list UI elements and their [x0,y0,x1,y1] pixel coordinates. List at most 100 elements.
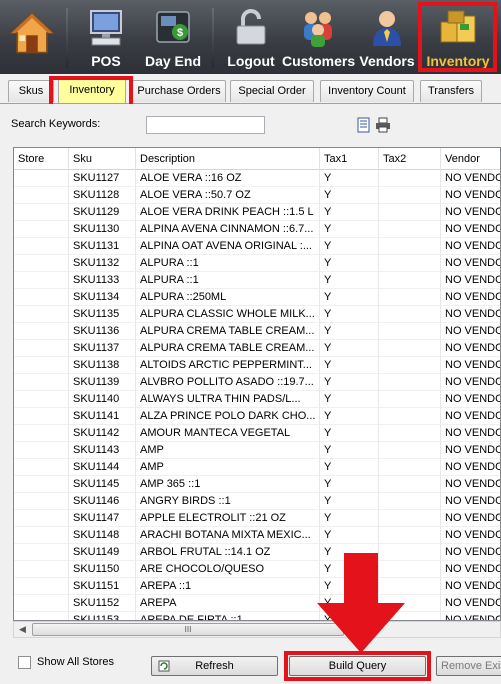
vendors-button[interactable]: Vendors [358,2,416,72]
tab-transfers[interactable]: Transfers [420,80,482,102]
scroll-left-arrow[interactable]: ◀ [14,622,31,637]
cell-store [14,221,69,238]
cell-vendor: NO VENDO [441,544,500,561]
tab-skus[interactable]: Skus [8,80,54,102]
cell-description: AREPA ::1 [136,578,320,595]
printer-icon[interactable] [375,117,391,133]
table-row[interactable]: SKU1150 ARE CHOCOLO/QUESO Y NO VENDO [14,561,500,578]
table-row[interactable]: SKU1144 AMP Y NO VENDO [14,459,500,476]
cell-description: AREPA [136,595,320,612]
cell-sku: SKU1150 [69,561,136,578]
refresh-label: Refresh [195,660,234,672]
cell-store [14,391,69,408]
vendors-label: Vendors [359,53,415,69]
show-all-stores-checkbox[interactable] [18,656,31,669]
cell-vendor: NO VENDO [441,391,500,408]
column-header-store[interactable]: Store [14,148,69,170]
pos-button[interactable]: POS [78,2,134,72]
table-row[interactable]: SKU1143 AMP Y NO VENDO [14,442,500,459]
cell-sku: SKU1127 [69,170,136,187]
table-row[interactable]: SKU1135 ALPURA CLASSIC WHOLE MILK... Y NO V… [14,306,500,323]
tab-special-order[interactable]: Special Order [230,80,314,102]
cell-vendor: NO VENDO [441,340,500,357]
column-header-description[interactable]: Description [136,148,320,170]
tab-inventory-count-label: Inventory Count [328,85,406,97]
table-row[interactable]: SKU1131 ALPINA OAT AVENA ORIGINAL :... Y NO… [14,238,500,255]
cell-description: ALPURA CREMA TABLE CREAM... [136,323,320,340]
table-row[interactable]: SKU1138 ALTOIDS ARCTIC PEPPERMINT... Y NO V… [14,357,500,374]
scroll-grip: III [184,625,192,634]
cell-sku: SKU1138 [69,357,136,374]
cell-sku: SKU1137 [69,340,136,357]
cell-store [14,204,69,221]
tab-inventory-count[interactable]: Inventory Count [320,80,414,102]
red-down-arrow [317,553,405,653]
build-query-highlight [284,651,431,681]
day-end-button[interactable]: $ Day End [142,2,204,72]
table-row[interactable]: SKU1142 AMOUR MANTECA VEGETAL Y NO VENDO [14,425,500,442]
logout-button[interactable]: Logout [224,2,278,72]
column-header-tax1[interactable]: Tax1 [320,148,379,170]
column-header-vendor[interactable]: Vendor [441,148,500,170]
table-row[interactable]: SKU1145 AMP 365 ::1 Y NO VENDO [14,476,500,493]
cell-tax2 [379,170,441,187]
table-row[interactable]: SKU1129 ALOE VERA DRINK PEACH ::1.5 L Y NO … [14,204,500,221]
cell-vendor: NO VENDO [441,425,500,442]
cell-tax2 [379,221,441,238]
table-row[interactable]: SKU1148 ARACHI BOTANA MIXTA MEXIC... Y NO V… [14,527,500,544]
cell-tax2 [379,374,441,391]
cell-tax1: Y [320,357,379,374]
cell-tax1: Y [320,204,379,221]
cell-store [14,510,69,527]
cell-vendor: NO VENDO [441,476,500,493]
cell-store [14,340,69,357]
tab-purchase-orders[interactable]: Purchase Orders [132,80,226,102]
table-row[interactable]: SKU1151 AREPA ::1 Y NO VENDO [14,578,500,595]
customers-button[interactable]: Customers [282,2,355,72]
cell-store [14,323,69,340]
table-row[interactable]: SKU1140 ALWAYS ULTRA THIN PADS/L... Y NO VE… [14,391,500,408]
cell-sku: SKU1131 [69,238,136,255]
table-row[interactable]: SKU1146 ANGRY BIRDS ::1 Y NO VENDO [14,493,500,510]
cell-sku: SKU1153 [69,612,136,620]
main-toolbar: POS $ Day End Logout Customers Vendors I… [0,0,501,74]
table-row[interactable]: SKU1128 ALOE VERA ::50.7 OZ Y NO VENDO [14,187,500,204]
cell-tax2 [379,340,441,357]
cell-tax1: Y [320,323,379,340]
pos-label: POS [91,53,121,69]
cell-sku: SKU1141 [69,408,136,425]
table-row[interactable]: SKU1152AREPAYNO VENDO [14,595,500,612]
table-row[interactable]: SKU1130 ALPINA AVENA CINNAMON ::6.7... Y NO… [14,221,500,238]
cell-store [14,289,69,306]
horizontal-scrollbar[interactable]: ◀ III [13,621,501,638]
cell-tax1: Y [320,391,379,408]
table-row[interactable]: SKU1139 ALVBRO POLLITO ASADO ::19.7... Y NO… [14,374,500,391]
table-row[interactable]: SKU1127 ALOE VERA ::16 OZ Y NO VENDO [14,170,500,187]
table-row[interactable]: SKU1132 ALPURA ::1 Y NO VENDO [14,255,500,272]
table-row[interactable]: SKU1134 ALPURA ::250ML Y NO VENDO [14,289,500,306]
cell-vendor: NO VENDO [441,289,500,306]
table-row[interactable]: SKU1133 ALPURA ::1 Y NO VENDO [14,272,500,289]
cell-tax1: Y [320,221,379,238]
cell-tax1: Y [320,476,379,493]
refresh-button[interactable]: Refresh [151,656,278,676]
cell-store [14,272,69,289]
cell-tax1: Y [320,238,379,255]
table-row[interactable]: SKU1136 ALPURA CREMA TABLE CREAM... Y NO VE… [14,323,500,340]
document-icon[interactable] [356,117,372,133]
table-row[interactable]: SKU1137 ALPURA CREMA TABLE CREAM... Y NO VE… [14,340,500,357]
cell-vendor: NO VENDO [441,255,500,272]
search-input[interactable] [146,116,265,134]
home-button[interactable] [4,2,60,72]
table-row[interactable]: SKU1147 APPLE ELECTROLIT ::21 OZ Y NO VENDO [14,510,500,527]
column-header-sku[interactable]: Sku [69,148,136,170]
cell-description: ALPURA ::250ML [136,289,320,306]
table-row[interactable]: SKU1149 ARBOL FRUTAL ::14.1 OZ Y NO VENDO [14,544,500,561]
column-header-tax2[interactable]: Tax2 [379,148,441,170]
table-row[interactable]: SKU1153 AREPA DE FIRTA ::1 Y NO VENDO [14,612,500,620]
scroll-thumb[interactable]: III [32,623,344,636]
table-row[interactable]: SKU1141 ALZA PRINCE POLO DARK CHO... Y NO V… [14,408,500,425]
cell-tax1: Y [320,442,379,459]
remove-existing-button[interactable]: Remove Exis [436,656,501,676]
cell-description: ALPURA CREMA TABLE CREAM... [136,340,320,357]
